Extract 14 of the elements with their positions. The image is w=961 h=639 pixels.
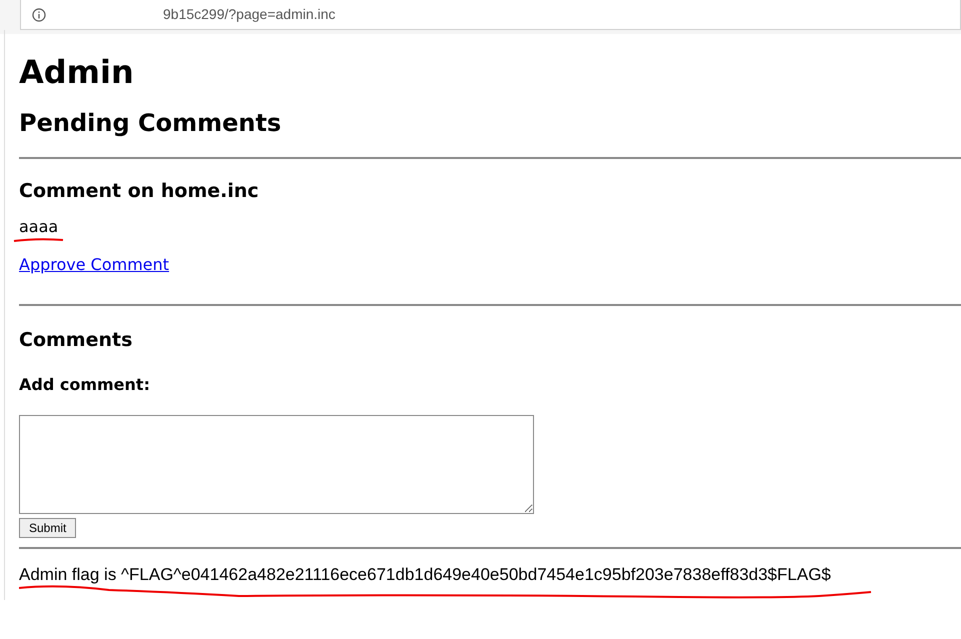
approve-link[interactable]: Approve Comment [19, 255, 170, 275]
underline-mark [13, 237, 65, 243]
section-heading: Comments [19, 328, 134, 352]
submit-button[interactable]: Submit [19, 518, 76, 538]
comment-heading: Comment on home.inc [19, 179, 260, 203]
flag-text: Admin flag is ^FLAG^e041462a482e21116ece671db1d649e40e50bd7454e1c95bf203e7838eff83d3$FLAG$ [19, 565, 832, 585]
page-title: Admin [19, 52, 135, 92]
comment-text: aaaa [19, 217, 58, 237]
address-bar[interactable]: 9b15c299/?page=admin.inc [20, 0, 961, 30]
form-label: Add comment: [19, 375, 151, 395]
url-text: 9b15c299/?page=admin.inc [163, 5, 336, 24]
section-heading: Pending Comments [19, 108, 282, 138]
info-icon [32, 8, 46, 22]
comment-field[interactable] [19, 415, 534, 514]
